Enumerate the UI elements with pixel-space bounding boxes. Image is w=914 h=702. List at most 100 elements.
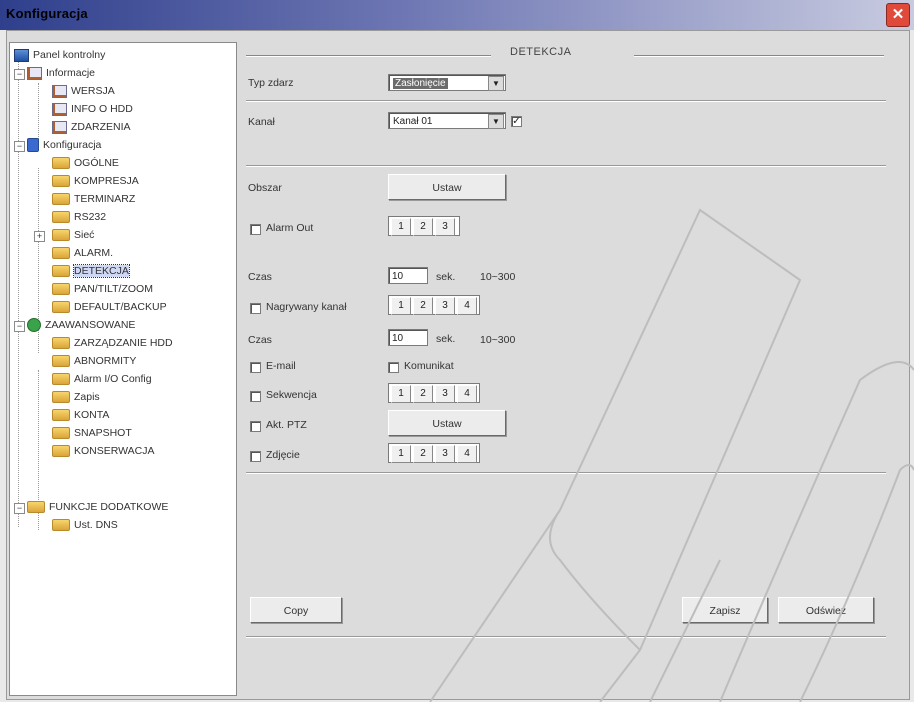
tree-item-konta[interactable]: KONTA <box>52 407 109 423</box>
tree-item-informacje[interactable]: Informacje <box>27 65 95 81</box>
channel-toggle[interactable]: 2 <box>413 385 433 403</box>
refresh-button[interactable]: Odśwież <box>778 597 874 623</box>
collapse-toggle[interactable]: − <box>14 69 25 80</box>
tree-item-default-backup[interactable]: DEFAULT/BACKUP <box>52 299 167 315</box>
tree-item-siec[interactable]: Sieć <box>52 227 94 243</box>
range-label: 10~300 <box>480 271 516 283</box>
snapshot-label: Zdjęcie <box>266 449 300 461</box>
folder-icon <box>52 193 70 206</box>
tree-item-abnormity[interactable]: ABNORMITY <box>52 353 136 369</box>
folder-icon <box>27 501 45 514</box>
detection-panel: DETEKCJA Typ zdarz Zasłonięcie ▼ Kanał Ka… <box>240 42 906 694</box>
snapshot-channels: 1234 <box>388 443 480 463</box>
tree-item-zaawansowane[interactable]: ZAAWANSOWANE <box>27 317 135 333</box>
tree-item-ogolne[interactable]: OGÓLNE <box>52 155 119 171</box>
channel-toggle[interactable]: 3 <box>435 218 455 236</box>
channel-toggle[interactable]: 4 <box>457 297 477 315</box>
window-title: Konfiguracja <box>6 6 88 21</box>
notes-icon <box>52 120 67 134</box>
tree-item-info-hdd[interactable]: INFO O HDD <box>52 101 133 117</box>
tree-item-alarm-io[interactable]: Alarm I/O Config <box>52 371 152 387</box>
chevron-down-icon: ▼ <box>488 76 504 91</box>
channel-toggle[interactable]: 1 <box>391 445 411 463</box>
tree-item-ptz[interactable]: PAN/TILT/ZOOM <box>52 281 153 297</box>
notes-icon <box>52 84 67 98</box>
email-checkbox[interactable] <box>250 362 261 373</box>
collapse-toggle[interactable]: − <box>14 503 25 514</box>
collapse-toggle[interactable]: − <box>14 141 25 152</box>
tree-item-terminarz[interactable]: TERMINARZ <box>52 191 135 207</box>
channel-label: Kanał <box>248 116 275 128</box>
event-type-select[interactable]: Zasłonięcie ▼ <box>388 74 506 91</box>
sequence-checkbox[interactable] <box>250 391 261 402</box>
channel-toggle[interactable]: 3 <box>435 385 455 403</box>
ptz-checkbox[interactable] <box>250 421 261 432</box>
channel-toggle[interactable]: 4 <box>457 385 477 403</box>
channel-toggle[interactable]: 2 <box>413 218 433 236</box>
tree-item-zapis[interactable]: Zapis <box>52 389 100 405</box>
expand-toggle[interactable]: + <box>34 231 45 242</box>
ptz-set-button[interactable]: Ustaw <box>388 410 506 436</box>
folder-icon <box>52 409 70 422</box>
tree-line <box>38 83 39 141</box>
copy-button[interactable]: Copy <box>250 597 342 623</box>
snapshot-checkbox[interactable] <box>250 451 261 462</box>
divider <box>246 165 886 167</box>
channel-toggle[interactable]: 1 <box>391 297 411 315</box>
folder-icon <box>52 519 70 532</box>
tree-item-rs232[interactable]: RS232 <box>52 209 106 225</box>
tree-item-kompresja[interactable]: KOMPRESJA <box>52 173 139 189</box>
email-label: E-mail <box>266 360 296 372</box>
tree-item-zdarzenia[interactable]: ZDARZENIA <box>52 119 131 135</box>
panel-icon <box>14 48 29 62</box>
time-input[interactable]: 10 <box>388 329 428 346</box>
channel-toggle[interactable]: 2 <box>413 445 433 463</box>
folder-icon <box>52 175 70 188</box>
channel-toggle[interactable]: 2 <box>413 297 433 315</box>
folder-icon <box>52 391 70 404</box>
message-checkbox[interactable] <box>388 362 399 373</box>
channel-toggle[interactable]: 3 <box>435 445 455 463</box>
chip-icon <box>27 318 41 333</box>
record-channel-checkbox[interactable] <box>250 303 261 314</box>
tree-item-funkcje-dodatkowe[interactable]: FUNKCJE DODATKOWE <box>27 499 168 515</box>
alarm-out-checkbox[interactable] <box>250 224 261 235</box>
channel-enable-checkbox[interactable]: ✓ <box>511 116 522 127</box>
tree-line <box>18 57 19 527</box>
channel-toggle[interactable]: 1 <box>391 385 411 403</box>
ptz-label: Akt. PTZ <box>266 419 307 431</box>
folder-icon <box>52 373 70 386</box>
channel-toggle[interactable]: 3 <box>435 297 455 315</box>
folder-icon <box>52 283 70 296</box>
folder-icon <box>52 211 70 224</box>
channel-toggle[interactable]: 1 <box>391 218 411 236</box>
area-label: Obszar <box>248 182 282 194</box>
folder-icon <box>52 427 70 440</box>
channel-select[interactable]: Kanał 01 ▼ <box>388 112 506 129</box>
folder-icon <box>52 445 70 458</box>
close-button[interactable]: ✕ <box>886 3 910 27</box>
tree-item-konserwacja[interactable]: KONSERWACJA <box>52 443 155 459</box>
tree-item-alarm[interactable]: ALARM. <box>52 245 113 261</box>
channel-toggle[interactable]: 4 <box>457 445 477 463</box>
tree-item-detekcja[interactable]: DETEKCJA <box>52 263 130 279</box>
collapse-toggle[interactable]: − <box>14 321 25 332</box>
divider <box>246 100 886 102</box>
divider <box>246 55 491 57</box>
area-set-button[interactable]: Ustaw <box>388 174 506 200</box>
folder-icon <box>52 265 70 278</box>
save-button[interactable]: Zapisz <box>682 597 768 623</box>
time-input[interactable]: 10 <box>388 267 428 284</box>
tree-item-panel[interactable]: Panel kontrolny <box>14 47 105 63</box>
time-label: Czas <box>248 271 272 283</box>
sequence-label: Sekwencja <box>266 389 317 401</box>
tree-item-wersja[interactable]: WERSJA <box>52 83 115 99</box>
tree-item-konfiguracja[interactable]: Konfiguracja <box>27 137 101 153</box>
section-title: DETEKCJA <box>510 46 572 58</box>
message-label: Komunikat <box>404 360 454 372</box>
tree-item-zarzadzanie-hdd[interactable]: ZARZĄDZANIE HDD <box>52 335 173 351</box>
alarm-out-label: Alarm Out <box>266 222 314 234</box>
tree-item-ust-dns[interactable]: Ust. DNS <box>52 517 118 533</box>
tree-item-snapshot[interactable]: SNAPSHOT <box>52 425 132 441</box>
chevron-down-icon: ▼ <box>488 114 504 129</box>
